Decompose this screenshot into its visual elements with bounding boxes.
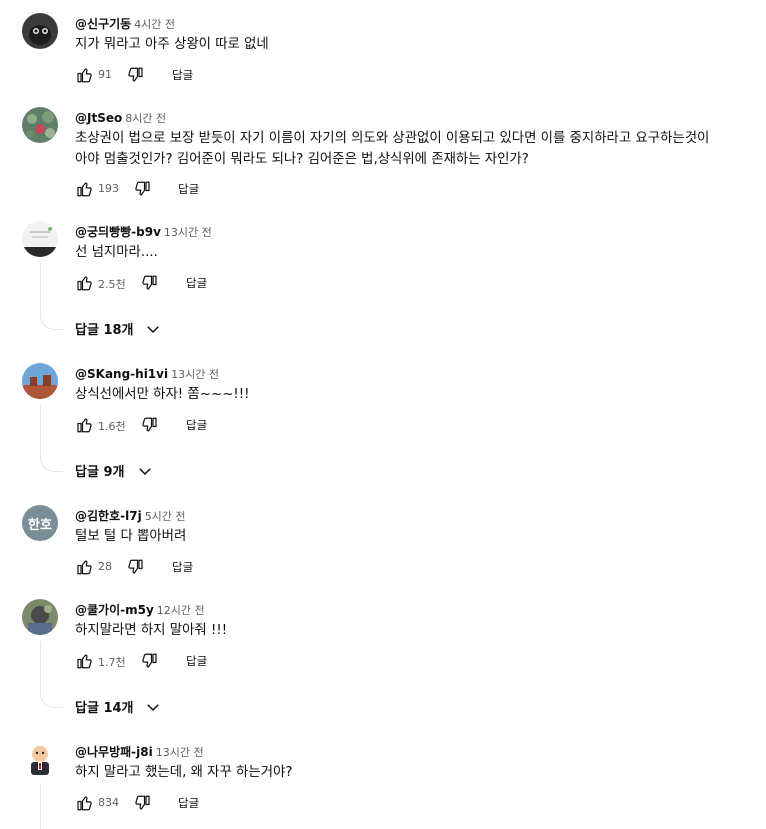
like-icon[interactable] [75, 794, 93, 812]
comment-time[interactable]: 12시간 전 [157, 604, 205, 617]
comment-author[interactable]: @쿨가이-m5y [75, 603, 154, 617]
comment-time[interactable]: 8시간 전 [125, 112, 166, 125]
comment-text: 하지말라면 하지 말아줘 !!! [75, 623, 228, 638]
comment-item: @SKang-hi1vi 13시간 전 상식선에서만 하자! 쫌~~~!!! 1.… [0, 363, 766, 483]
avatar-initials: 한호 [22, 505, 58, 541]
like-icon[interactable] [75, 274, 93, 292]
comment-author[interactable]: @김한호-l7j [75, 509, 142, 523]
comment-item: @JtSeo 8시간 전 초상권이 법으로 보장 받듯이 자기 이름이 자기의 의… [0, 107, 766, 207]
reply-button[interactable]: 답글 [172, 559, 193, 575]
avatar[interactable] [22, 107, 58, 143]
like-icon[interactable] [75, 180, 93, 198]
chevron-down-icon[interactable] [144, 320, 162, 338]
dislike-icon[interactable] [141, 416, 159, 434]
avatar[interactable]: 한호 [22, 505, 58, 541]
comment-item: 한호 @김한호-l7j 5시간 전 털보 털 다 뽑아버려 28 답글 [0, 505, 766, 585]
chevron-down-icon[interactable] [136, 462, 154, 480]
comment-time[interactable]: 5시간 전 [145, 510, 186, 523]
comment-item: @쿨가이-m5y 12시간 전 하지말라면 하지 말아줘 !!! 1.7천 답글 … [0, 599, 766, 719]
chevron-down-icon[interactable] [144, 698, 162, 716]
avatar[interactable] [22, 741, 58, 777]
like-icon[interactable] [75, 558, 93, 576]
dislike-icon[interactable] [134, 794, 152, 812]
comment-text: 털보 털 다 뽑아버려 [75, 529, 187, 544]
comment-time[interactable]: 13시간 전 [156, 746, 204, 759]
comment-time[interactable]: 13시간 전 [164, 226, 212, 239]
thread-connector [40, 313, 63, 330]
like-count: 193 [98, 182, 119, 195]
thread-connector [40, 691, 63, 708]
thread-line [40, 405, 41, 455]
comment-item: @궁듸빵빵-b9v 13시간 전 선 넘지마라.... 2.5천 답글 답글 18… [0, 221, 766, 341]
replies-count[interactable]: 답글 18개 [75, 319, 134, 338]
like-count: 1.7천 [98, 656, 126, 669]
reply-button[interactable]: 답글 [186, 275, 207, 291]
comment-item: @나무방패-j8i 13시간 전 하지 말라고 했는데, 왜 자꾸 하는거야? 8… [0, 741, 766, 829]
avatar[interactable] [22, 599, 58, 635]
like-count: 2.5천 [98, 278, 126, 291]
avatar[interactable] [22, 13, 58, 49]
thread-line [40, 263, 41, 313]
reply-button[interactable]: 답글 [186, 417, 207, 433]
reply-button[interactable]: 답글 [172, 67, 193, 83]
like-icon[interactable] [75, 652, 93, 670]
thread-line [40, 783, 41, 829]
reply-button[interactable]: 답글 [178, 795, 199, 811]
comment-text-line2: 아야 멈출것인가? 김어준이 뭐라도 되나? 김어준은 법,상식위에 존재하는 … [75, 152, 529, 167]
dislike-icon[interactable] [127, 558, 145, 576]
thread-connector [40, 455, 63, 472]
dislike-icon[interactable] [141, 274, 159, 292]
like-count: 91 [98, 68, 112, 81]
dislike-icon[interactable] [141, 652, 159, 670]
like-icon[interactable] [75, 416, 93, 434]
comment-text: 상식선에서만 하자! 쫌~~~!!! [75, 387, 250, 402]
comment-text: 하지 말라고 했는데, 왜 자꾸 하는거야? [75, 765, 293, 780]
comment-time[interactable]: 13시간 전 [171, 368, 219, 381]
comment-author[interactable]: @궁듸빵빵-b9v [75, 225, 161, 239]
like-icon[interactable] [75, 66, 93, 84]
comment-text: 선 넘지마라.... [75, 245, 158, 260]
like-count: 28 [98, 560, 112, 573]
comment-author[interactable]: @신구기동 [75, 17, 131, 31]
dislike-icon[interactable] [134, 180, 152, 198]
comment-text: 초상권이 법으로 보장 받듯이 자기 이름이 자기의 의도와 상관없이 이용되고… [75, 131, 710, 146]
like-count: 1.6천 [98, 420, 126, 433]
comment-item: @신구기동 4시간 전 지가 뭐라고 아주 상왕이 따로 없네 91 답글 [0, 13, 766, 93]
replies-count[interactable]: 답글 9개 [75, 461, 124, 480]
comment-author[interactable]: @JtSeo [75, 111, 122, 125]
like-count: 834 [98, 796, 119, 809]
dislike-icon[interactable] [127, 66, 145, 84]
comment-time[interactable]: 4시간 전 [134, 18, 175, 31]
avatar[interactable] [22, 221, 58, 257]
replies-count[interactable]: 답글 14개 [75, 697, 134, 716]
reply-button[interactable]: 답글 [178, 181, 199, 197]
comment-author[interactable]: @SKang-hi1vi [75, 367, 168, 381]
reply-button[interactable]: 답글 [186, 653, 207, 669]
avatar[interactable] [22, 363, 58, 399]
comment-author[interactable]: @나무방패-j8i [75, 745, 153, 759]
comment-text: 지가 뭐라고 아주 상왕이 따로 없네 [75, 37, 269, 52]
thread-line [40, 641, 41, 691]
